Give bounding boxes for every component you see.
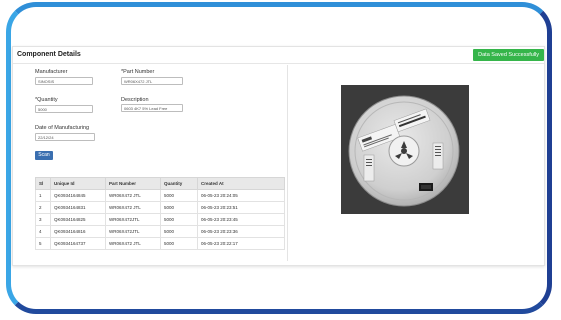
table-cell: 2 (35, 201, 51, 214)
scanned-reel-image (341, 85, 469, 214)
column-divider (287, 65, 288, 261)
part-number-label: *Part Number (121, 69, 155, 75)
quantity-field[interactable]: 5000 (35, 105, 93, 113)
table-cell: 1 (35, 189, 51, 202)
description-label: Description (121, 97, 149, 103)
table-cell: QK0934164825 (50, 213, 106, 226)
table-row[interactable]: 1 QK0934164845 WR06X472 JTL 5000 06-05-2… (35, 189, 285, 202)
table-row[interactable]: 5 QK0934164737 WR06X472 JTL 5000 06-05-2… (35, 237, 285, 250)
table-row[interactable]: 2 QK0934164831 WR06X472 JTL 5000 06-05-2… (35, 201, 285, 214)
table-cell: QK0934164845 (50, 189, 106, 202)
table-cell: WR06X472 JTL (105, 201, 161, 214)
table-cell: 06-05-23 20:22:17 (197, 237, 285, 250)
table-cell: QK0934164737 (50, 237, 106, 250)
table-cell: WR06X472JTL (105, 213, 161, 226)
table-cell: 5000 (160, 201, 198, 214)
table-cell: WR06X472 JTL (105, 189, 161, 202)
reel-illustration (341, 85, 469, 214)
table-cell: 06-05-23 20:24:05 (197, 189, 285, 202)
table-cell: 06-05-23 20:23:36 (197, 225, 285, 238)
column-header: Quantity (160, 177, 198, 190)
table-cell: 4 (35, 225, 51, 238)
table-cell: WR06X472JTL (105, 225, 161, 238)
column-header: Part Number (105, 177, 161, 190)
quantity-label: *Quantity (35, 97, 58, 103)
table-row[interactable]: 4 QK0934164816 WR06X472JTL 5000 06-05-23… (35, 225, 285, 238)
table-cell: 06-05-23 20:23:45 (197, 213, 285, 226)
results-table: Sl Unique Id Part Number Quantity Create… (35, 177, 285, 250)
column-header: Unique Id (50, 177, 106, 190)
table-header-row: Sl Unique Id Part Number Quantity Create… (35, 177, 285, 190)
table-cell: QK0934164816 (50, 225, 106, 238)
table-cell: 5000 (160, 189, 198, 202)
page-title: Component Details (17, 51, 81, 58)
component-details-panel: Component Details Data Saved Successfull… (12, 46, 545, 266)
table-cell: 5000 (160, 237, 198, 250)
table-cell: QK0934164831 (50, 201, 106, 214)
description-field[interactable]: 0603 4K7 5% Lead Free (121, 104, 183, 112)
table-row[interactable]: 3 QK0934164825 WR06X472JTL 5000 06-05-23… (35, 213, 285, 226)
table-cell: 5000 (160, 213, 198, 226)
manufacturer-label: Manufacturer (35, 69, 68, 75)
scan-button[interactable]: Scan (35, 151, 53, 160)
date-field[interactable]: 22/12/24 (35, 133, 95, 141)
column-header: Created At (197, 177, 285, 190)
panel-header: Component Details Data Saved Successfull… (13, 47, 544, 64)
table-cell: 5000 (160, 225, 198, 238)
table-cell: WR06X472 JTL (105, 237, 161, 250)
date-label: Date of Manufacturing (35, 125, 90, 131)
column-header: Sl (35, 177, 51, 190)
table-cell: 06-05-23 20:23:51 (197, 201, 285, 214)
success-badge: Data Saved Successfully (473, 49, 544, 61)
manufacturer-field[interactable]: SINOSIS (35, 77, 93, 85)
table-cell: 5 (35, 237, 51, 250)
table-cell: 3 (35, 213, 51, 226)
part-number-field[interactable]: WR06X472 JTL (121, 77, 183, 85)
